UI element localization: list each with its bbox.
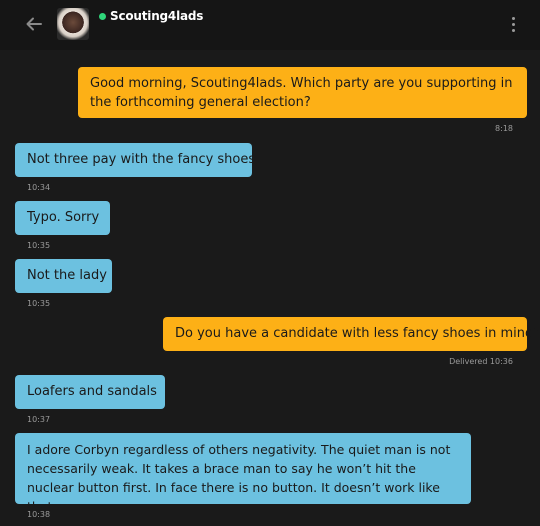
chat-username[interactable]: Scouting4lads <box>110 9 203 23</box>
message-timestamp: 10:34 <box>27 183 51 192</box>
arrow-left-icon <box>26 17 42 31</box>
message-bubble-sent[interactable]: Good morning, Scouting4lads. Which party… <box>78 67 527 118</box>
message-timestamp: Delivered 10:36 <box>449 357 513 366</box>
message-text: Typo. Sorry <box>27 210 100 225</box>
message-bubble-received[interactable]: Not three pay with the fancy shoes <box>15 143 256 177</box>
more-vertical-icon <box>511 16 515 20</box>
chat-header: Scouting4lads <box>0 0 540 50</box>
message-text: Not the lady <box>27 268 107 283</box>
message-bubble-received[interactable]: Typo. Sorry <box>15 201 110 235</box>
message-text: Loafers and sandals <box>27 384 157 399</box>
message-timestamp: 10:38 <box>27 510 51 519</box>
message-bubble-received[interactable]: I adore Corbyn regardless of others nega… <box>15 433 471 514</box>
message-text: Good morning, Scouting4lads. Which party… <box>90 76 513 110</box>
message-timestamp: 10:35 <box>27 241 51 250</box>
message-timestamp: 10:37 <box>27 415 51 424</box>
message-timestamp: 10:35 <box>27 299 51 308</box>
message-text: I adore Corbyn regardless of others nega… <box>27 442 451 514</box>
back-button[interactable] <box>22 12 46 36</box>
message-bubble-sent[interactable]: Do you have a candidate with less fancy … <box>163 317 540 351</box>
more-options-button[interactable] <box>505 13 521 35</box>
message-bubble-received[interactable]: Loafers and sandals <box>15 375 165 409</box>
avatar[interactable] <box>57 8 89 40</box>
message-timestamp: 8:18 <box>495 124 513 133</box>
message-text: Do you have a candidate with less fancy … <box>175 326 540 341</box>
message-bubble-received[interactable]: Not the lady <box>15 259 112 293</box>
online-status-dot <box>99 13 106 20</box>
message-text: Not three pay with the fancy shoes <box>27 152 256 167</box>
